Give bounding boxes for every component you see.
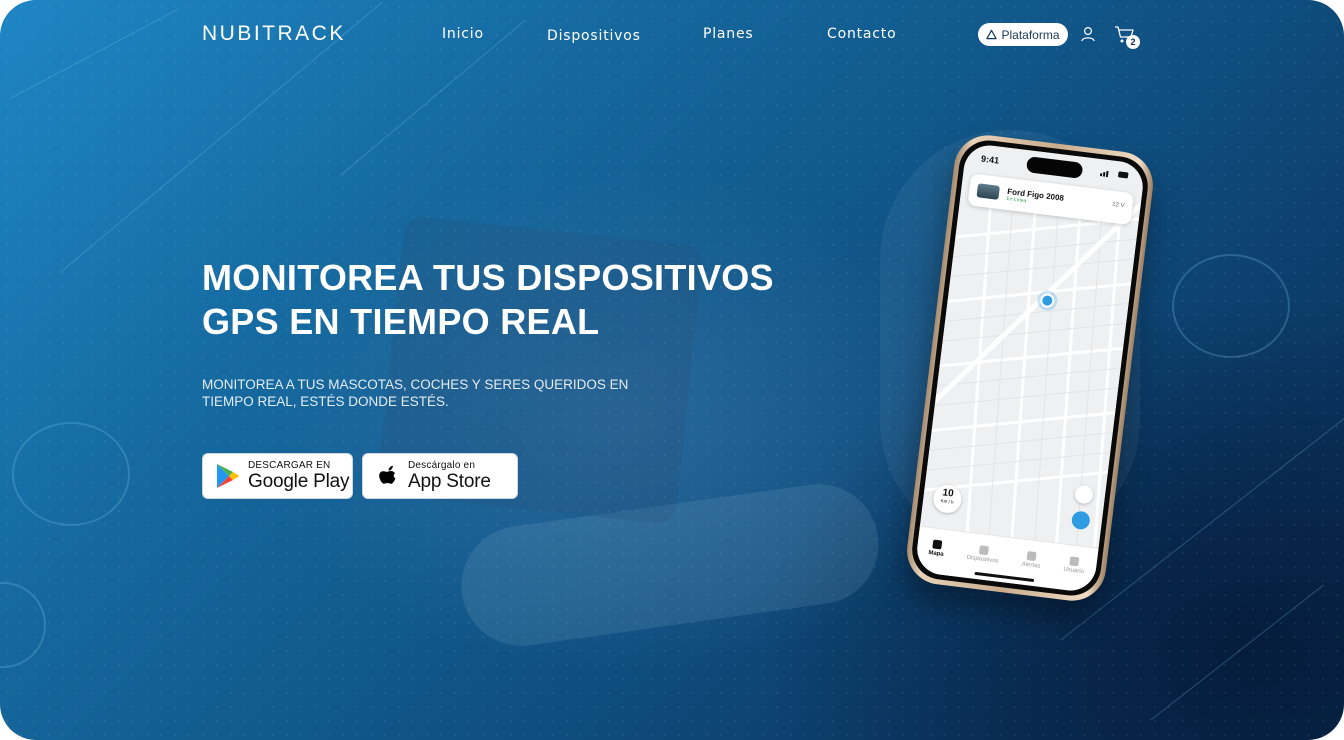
tab-label: Alertas xyxy=(1021,561,1041,570)
hero-subtitle: MONITOREA A TUS MASCOTAS, COCHES Y SERES… xyxy=(202,377,629,409)
cart-count-badge: 2 xyxy=(1126,35,1140,49)
google-play-big-label: Google Play xyxy=(248,471,350,492)
tab-label: Mapa xyxy=(927,550,944,558)
user-icon xyxy=(1069,556,1080,567)
decor-ring xyxy=(0,582,46,668)
hero-background: NUBITRACK Inicio Dispositivos Planes Con… xyxy=(0,0,1344,740)
google-play-button[interactable]: DESCARGAR EN Google Play xyxy=(202,453,353,499)
platform-button-label: Plataforma xyxy=(1001,27,1060,42)
nav-link-planes[interactable]: Planes xyxy=(703,26,754,42)
top-navigation: NUBITRACK Inicio Dispositivos Planes Con… xyxy=(0,0,1344,70)
map-icon xyxy=(932,539,943,550)
nav-link-contacto[interactable]: Contacto xyxy=(827,26,896,42)
nav-link-dispositivos[interactable]: Dispositivos xyxy=(547,28,641,44)
vehicle-voltage: 12 V xyxy=(1111,201,1125,210)
bell-icon xyxy=(1027,551,1038,562)
hero-title: MONITOREA TUS DISPOSITIVOS GPS EN TIEMPO… xyxy=(202,256,774,344)
platform-button[interactable]: Plataforma xyxy=(978,23,1068,46)
apple-icon xyxy=(379,465,396,484)
decor-ring xyxy=(1172,254,1290,358)
tab-mapa[interactable]: Mapa xyxy=(928,539,945,558)
brand-logo[interactable]: NUBITRACK xyxy=(202,22,346,46)
hero-title-line1: MONITOREA TUS DISPOSITIVOS xyxy=(202,257,774,298)
google-play-small-label: DESCARGAR EN xyxy=(248,460,331,471)
device-icon xyxy=(978,545,989,556)
platform-triangle-icon xyxy=(986,29,998,40)
app-store-big-label: App Store xyxy=(408,471,491,492)
tab-label: Dispositivos xyxy=(966,554,999,565)
user-icon[interactable] xyxy=(1080,26,1096,42)
app-store-small-label: Descárgalo en xyxy=(408,460,476,471)
hero-title-line2: EN TIEMPO REAL xyxy=(278,301,600,342)
google-play-icon xyxy=(217,464,239,488)
tab-dispositivos[interactable]: Dispositivos xyxy=(966,544,1000,565)
status-time: 9:41 xyxy=(980,153,1000,166)
tab-label: Usuario xyxy=(1062,566,1085,576)
decor-line xyxy=(1150,584,1324,721)
hero-title-gps: GPS xyxy=(202,301,279,342)
tab-alertas[interactable]: Alertas xyxy=(1021,551,1042,570)
tab-usuario[interactable]: Usuario xyxy=(1063,556,1086,575)
nav-link-inicio[interactable]: Inicio xyxy=(442,26,484,42)
app-store-button[interactable]: Descárgalo en App Store xyxy=(362,453,518,499)
decor-ring xyxy=(12,422,130,526)
car-thumbnail xyxy=(976,183,1000,200)
